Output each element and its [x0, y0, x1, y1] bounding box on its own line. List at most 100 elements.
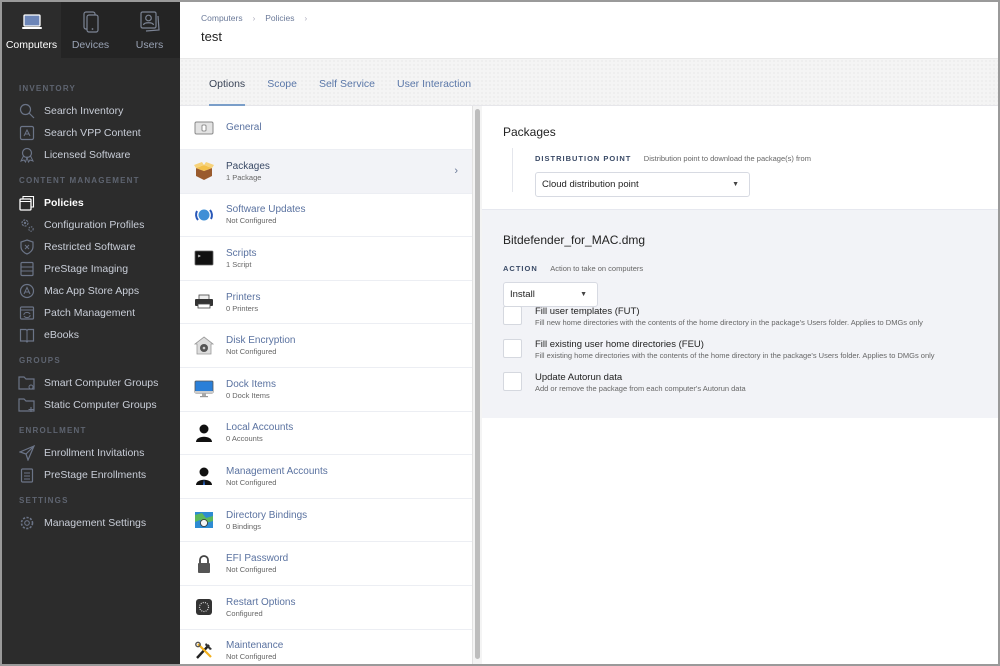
option-status: 1 Script [226, 259, 252, 269]
option-printers[interactable]: Printers 0 Printers [180, 281, 472, 325]
topnav-users[interactable]: Users [120, 2, 179, 58]
checkbox-description: Add or remove the package from each comp… [535, 384, 746, 393]
package-icon [194, 161, 214, 181]
sidebar-item-label: Configuration Profiles [44, 219, 145, 231]
sidebar-item-label: Patch Management [44, 307, 136, 319]
option-restart-options[interactable]: Restart Options Configured [180, 586, 472, 630]
sidebar-item-label: Policies [44, 197, 84, 209]
option-directory-bindings[interactable]: Directory Bindings 0 Bindings [180, 499, 472, 543]
checkbox-row-feu: Fill existing user home directories (FEU… [503, 339, 998, 372]
sidebar-item-licensed-software[interactable]: Licensed Software [2, 144, 180, 166]
sidebar-item-policies[interactable]: Policies [2, 192, 180, 214]
sidebar-item-prestage-imaging[interactable]: PreStage Imaging [2, 258, 180, 280]
sidebar-item-label: Search VPP Content [44, 127, 141, 139]
option-title: Restart Options [226, 596, 296, 608]
restart-icon [194, 597, 214, 617]
sidebar-item-label: PreStage Enrollments [44, 469, 147, 481]
breadcrumb-policies[interactable]: Policies [265, 13, 294, 23]
checkbox-title: Fill user templates (FUT) [535, 306, 640, 317]
smart-folder-icon [18, 374, 36, 392]
option-title: Dock Items [226, 378, 277, 390]
option-title: Management Accounts [226, 465, 328, 477]
topnav-label: Computers [5, 39, 58, 51]
paper-plane-icon [18, 444, 36, 462]
sidebar-item-ebooks[interactable]: eBooks [2, 324, 180, 346]
terminal-icon [194, 248, 214, 268]
option-title: Printers [226, 291, 261, 303]
sidebar-item-mac-app-store-apps[interactable]: Mac App Store Apps [2, 280, 180, 302]
vpp-content-icon [18, 124, 36, 142]
clipboard-icon [18, 466, 36, 484]
sidebar-item-management-settings[interactable]: Management Settings [2, 512, 180, 534]
tab-options[interactable]: Options [198, 59, 256, 106]
sidebar-item-label: Restricted Software [44, 241, 136, 253]
software-update-icon [194, 205, 214, 225]
tab-user-interaction[interactable]: User Interaction [386, 59, 482, 106]
option-dock-items[interactable]: Dock Items 0 Dock Items [180, 368, 472, 412]
distribution-point-hint: Distribution point to download the packa… [643, 154, 811, 163]
search-icon [18, 102, 36, 120]
option-general[interactable]: General [180, 106, 472, 150]
option-status: 0 Dock Items [226, 390, 270, 400]
option-packages[interactable]: Packages 1 Package › [180, 150, 472, 194]
sidebar-item-restricted-software[interactable]: Restricted Software [2, 236, 180, 258]
option-title: EFI Password [226, 553, 289, 565]
app-store-icon [18, 282, 36, 300]
person-icon [194, 423, 214, 443]
action-label: ACTION [503, 264, 538, 273]
sidebar-item-label: PreStage Imaging [44, 263, 129, 275]
sidebar-item-patch-management[interactable]: Patch Management [2, 302, 180, 324]
option-status: Not Configured [226, 216, 277, 226]
sidebar-item-label: Static Computer Groups [44, 399, 157, 411]
patch-icon [18, 304, 36, 322]
breadcrumb: Computers › Policies › [201, 13, 317, 23]
award-icon [18, 146, 36, 164]
option-software-updates[interactable]: Software Updates Not Configured [180, 194, 472, 238]
page-title: test [201, 29, 222, 44]
topnav-label: Users [135, 39, 164, 51]
sidebar-item-search-inventory[interactable]: Search Inventory [2, 100, 180, 122]
tab-self-service[interactable]: Self Service [308, 59, 386, 106]
package-checkbox-list: Fill user templates (FUT) Fill new home … [503, 306, 998, 405]
option-local-accounts[interactable]: Local Accounts 0 Accounts [180, 412, 472, 456]
option-maintenance[interactable]: Maintenance Not Configured [180, 630, 472, 664]
feu-checkbox[interactable] [503, 339, 522, 358]
option-status: Not Configured [226, 652, 277, 662]
sidebar: Computers Devices Users INVENTORY Search… [2, 2, 180, 664]
breadcrumb-computers[interactable]: Computers [201, 13, 243, 23]
chevron-right-icon: › [454, 165, 458, 178]
topnav-computers[interactable]: Computers [2, 2, 61, 58]
package-detail: Bitdefender_for_MAC.dmg ACTION Action to… [482, 210, 998, 418]
sidebar-item-prestage-enrollments[interactable]: PreStage Enrollments [2, 464, 180, 486]
section-content-management: CONTENT MANAGEMENT [19, 176, 140, 185]
option-status: Not Configured [226, 477, 277, 487]
options-scrollbar[interactable] [472, 106, 482, 664]
sidebar-item-static-computer-groups[interactable]: Static Computer Groups [2, 394, 180, 416]
sidebar-item-search-vpp-content[interactable]: Search VPP Content [2, 122, 180, 144]
option-status: 0 Bindings [226, 521, 262, 531]
sidebar-item-configuration-profiles[interactable]: Configuration Profiles [2, 214, 180, 236]
sidebar-item-smart-computer-groups[interactable]: Smart Computer Groups [2, 372, 180, 394]
autorun-checkbox[interactable] [503, 372, 522, 391]
app-window: Computers Devices Users INVENTORY Search… [2, 2, 998, 664]
action-hint: Action to take on computers [550, 264, 644, 273]
tab-bar: Options Scope Self Service User Interact… [180, 58, 998, 106]
gear-icon [18, 514, 36, 532]
scrollbar-thumb[interactable] [475, 109, 480, 659]
option-disk-encryption[interactable]: Disk Encryption Not Configured [180, 324, 472, 368]
tools-icon [194, 641, 214, 661]
option-status: Configured [226, 608, 263, 618]
sidebar-item-label: Search Inventory [44, 105, 124, 117]
distribution-point-select[interactable]: Cloud distribution point ▼ [535, 172, 750, 197]
tab-scope[interactable]: Scope [256, 59, 308, 106]
option-efi-password[interactable]: EFI Password Not Configured [180, 542, 472, 586]
distribution-point-label: DISTRIBUTION POINT [535, 154, 632, 163]
topnav-devices[interactable]: Devices [61, 2, 120, 58]
option-management-accounts[interactable]: Management Accounts Not Configured [180, 455, 472, 499]
action-select[interactable]: Install ▼ [503, 282, 598, 307]
option-scripts[interactable]: Scripts 1 Script [180, 237, 472, 281]
section-enrollment: ENROLLMENT [19, 426, 87, 435]
checkbox-title: Update Autorun data [535, 372, 623, 383]
fut-checkbox[interactable] [503, 306, 522, 325]
sidebar-item-enrollment-invitations[interactable]: Enrollment Invitations [2, 442, 180, 464]
